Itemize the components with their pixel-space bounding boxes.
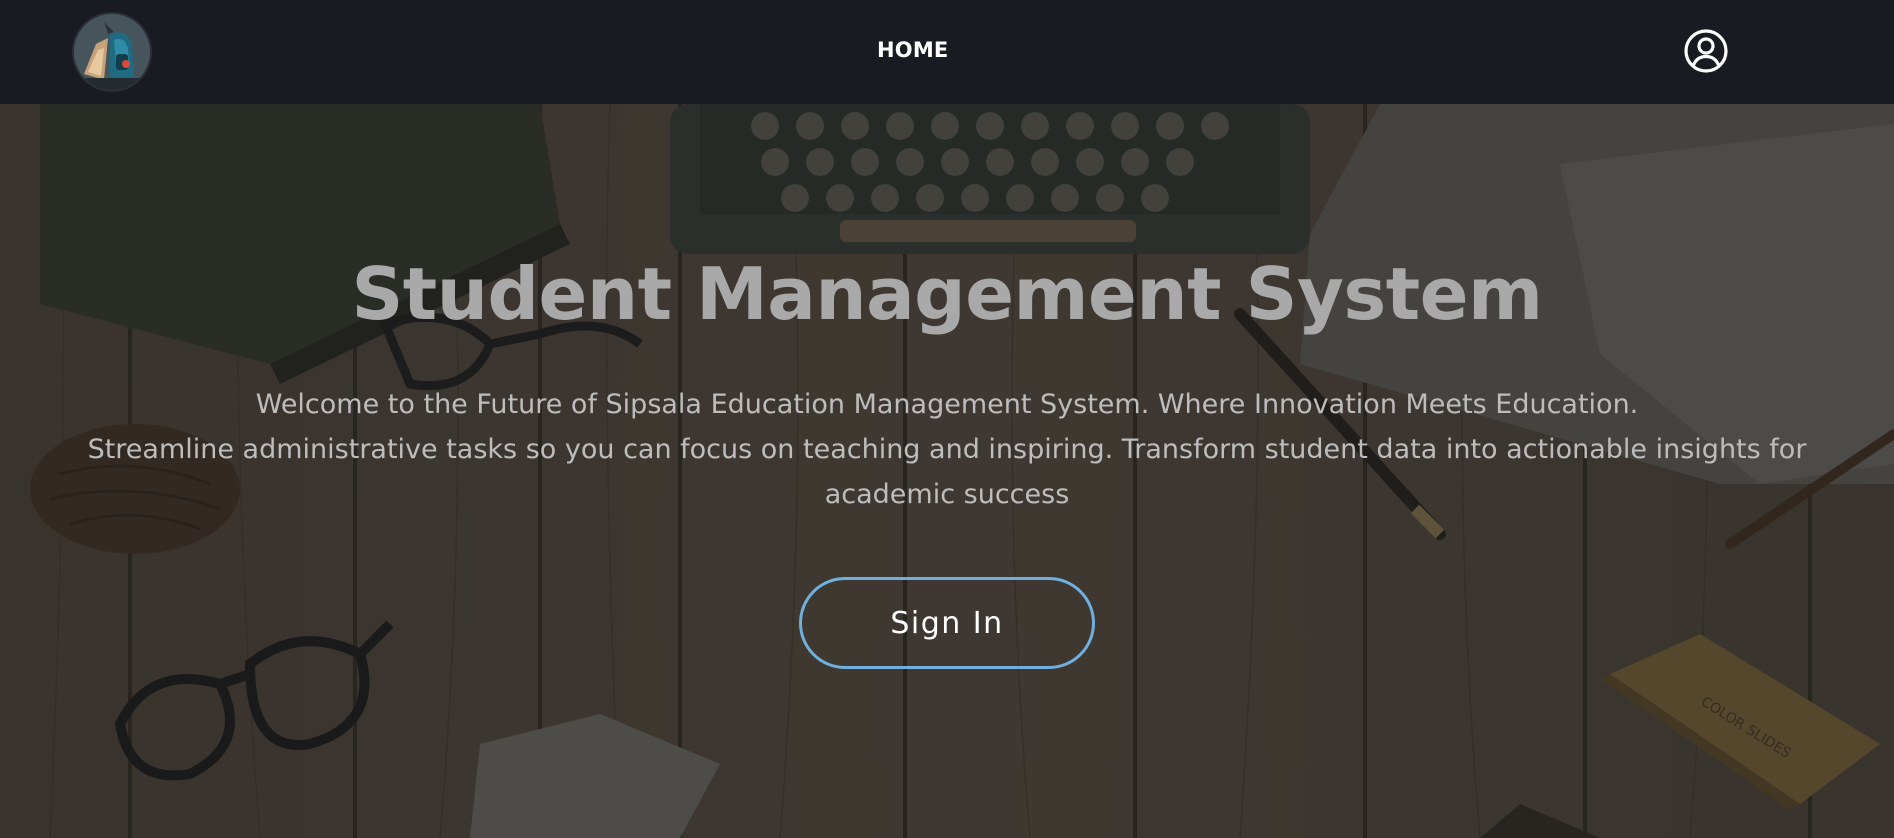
- hero-description: Welcome to the Future of Sipsala Educati…: [30, 382, 1864, 517]
- hero-section: COLOR SLIDES Student Management System W…: [0, 104, 1894, 838]
- school-backpack-logo-icon: [74, 14, 150, 90]
- user-circle-icon: [1684, 29, 1728, 73]
- top-navbar: HOME: [0, 0, 1894, 104]
- user-account-button[interactable]: [1683, 28, 1729, 74]
- nav-link-home[interactable]: HOME: [877, 38, 948, 62]
- hero-description-line-1: Welcome to the Future of Sipsala Educati…: [255, 389, 1639, 420]
- hero-title: Student Management System: [351, 252, 1543, 336]
- sign-in-button[interactable]: Sign In: [799, 577, 1095, 669]
- logo-avatar[interactable]: [74, 14, 150, 90]
- landing-page: HOME COLOR SLIDES Student Management Sys…: [0, 0, 1894, 838]
- hero-description-line-2: Streamline administrative tasks so you c…: [87, 434, 1807, 465]
- hero-description-line-3: academic success: [824, 479, 1070, 510]
